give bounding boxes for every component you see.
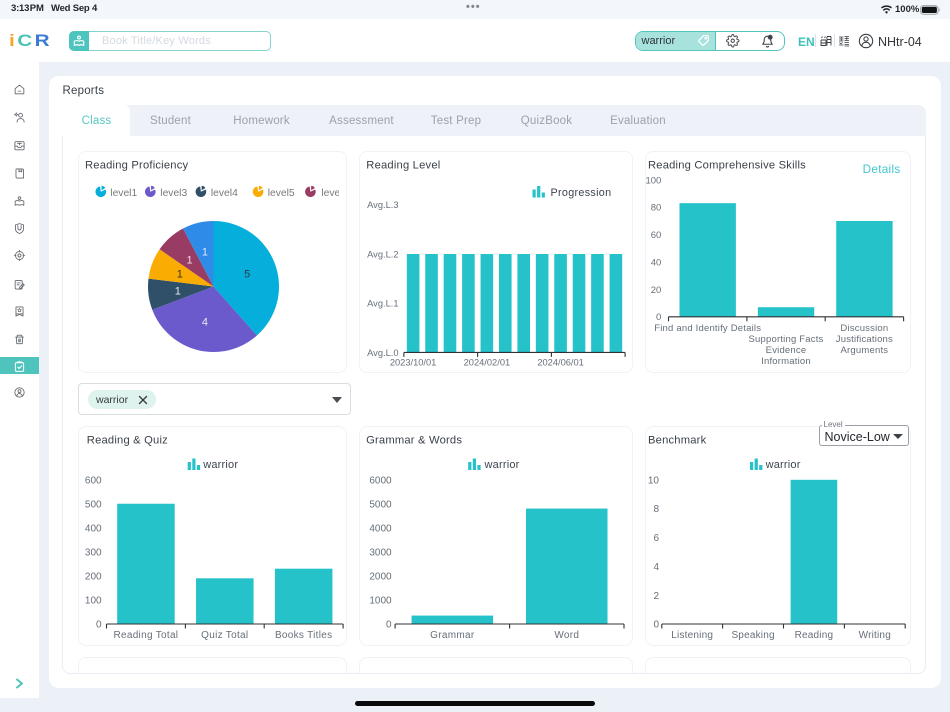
svg-text:Information: Information: [761, 356, 811, 367]
svg-text:2: 2: [653, 591, 659, 602]
svg-text:Listening: Listening: [671, 630, 713, 641]
svg-text:2000: 2000: [369, 572, 392, 583]
svg-text:2023/10/01: 2023/10/01: [390, 358, 437, 368]
svg-text:Reading Proficiency: Reading Proficiency: [85, 159, 189, 171]
svg-text:40: 40: [651, 257, 662, 268]
svg-text:Reading Comprehensive Skills: Reading Comprehensive Skills: [648, 159, 806, 171]
svg-text:10: 10: [648, 475, 660, 486]
svg-text:Progression: Progression: [551, 187, 612, 199]
svg-text:Reading Total: Reading Total: [113, 630, 178, 641]
svg-text:Grammar & Words: Grammar & Words: [366, 434, 462, 446]
svg-text:0: 0: [656, 312, 661, 323]
svg-text:level3: level3: [160, 188, 187, 199]
svg-text:warrior: warrior: [202, 459, 238, 471]
svg-text:2024/02/01: 2024/02/01: [464, 358, 511, 368]
svg-text:Discussion: Discussion: [840, 323, 888, 334]
svg-text:Reading: Reading: [795, 630, 834, 641]
svg-text:3000: 3000: [369, 548, 392, 559]
svg-text:1: 1: [202, 246, 208, 258]
svg-text:1000: 1000: [369, 596, 392, 607]
svg-text:200: 200: [85, 572, 102, 583]
svg-text:Evidence: Evidence: [766, 345, 807, 356]
svg-text:5: 5: [244, 269, 250, 281]
svg-text:5000: 5000: [369, 499, 392, 510]
svg-text:2024/06/01: 2024/06/01: [537, 358, 584, 368]
svg-text:1: 1: [177, 269, 183, 281]
svg-text:8: 8: [653, 504, 659, 515]
svg-text:4: 4: [653, 562, 659, 573]
svg-text:Books Titles: Books Titles: [275, 630, 333, 641]
svg-text:Quiz Total: Quiz Total: [201, 630, 248, 641]
svg-text:60: 60: [651, 230, 662, 241]
svg-text:400: 400: [85, 523, 102, 534]
svg-text:600: 600: [85, 475, 102, 486]
svg-text:warrior: warrior: [765, 459, 801, 471]
svg-text:Details: Details: [863, 163, 901, 176]
svg-text:Grammar: Grammar: [430, 630, 475, 641]
svg-text:Avg.L.0: Avg.L.0: [367, 348, 398, 358]
svg-text:Speaking: Speaking: [731, 630, 774, 641]
svg-text:1: 1: [175, 286, 181, 298]
svg-text:6000: 6000: [369, 475, 392, 486]
svg-text:300: 300: [85, 548, 102, 559]
svg-text:warrior: warrior: [484, 459, 520, 471]
svg-text:level1: level1: [110, 188, 137, 199]
svg-text:Reading & Quiz: Reading & Quiz: [87, 434, 168, 446]
svg-text:500: 500: [85, 499, 102, 510]
svg-text:0: 0: [653, 620, 659, 631]
svg-text:level4: level4: [211, 188, 238, 199]
svg-text:100: 100: [85, 596, 102, 607]
svg-text:Supporting Facts: Supporting Facts: [748, 334, 823, 345]
svg-text:Avg.L.3: Avg.L.3: [367, 200, 398, 210]
svg-text:4000: 4000: [369, 523, 392, 534]
svg-text:Avg.L.1: Avg.L.1: [367, 299, 398, 309]
svg-text:Find and Identify Details: Find and Identify Details: [654, 323, 761, 334]
svg-text:80: 80: [651, 203, 662, 214]
svg-text:Justifications: Justifications: [836, 334, 893, 345]
svg-text:6: 6: [653, 533, 659, 544]
svg-text:Reading Level: Reading Level: [366, 159, 440, 171]
svg-text:4: 4: [202, 316, 208, 328]
svg-text:0: 0: [96, 620, 102, 631]
svg-text:Arguments: Arguments: [841, 345, 889, 356]
svg-text:level5: level5: [268, 188, 295, 199]
svg-text:20: 20: [651, 285, 662, 296]
svg-text:Writing: Writing: [859, 630, 891, 641]
svg-text:1: 1: [187, 254, 193, 266]
svg-text:level6: level6: [321, 188, 348, 199]
svg-text:100: 100: [645, 175, 661, 186]
svg-text:Avg.L.2: Avg.L.2: [367, 249, 398, 259]
svg-text:Benchmark: Benchmark: [648, 434, 707, 446]
svg-text:Word: Word: [554, 630, 579, 641]
svg-text:0: 0: [386, 620, 392, 631]
